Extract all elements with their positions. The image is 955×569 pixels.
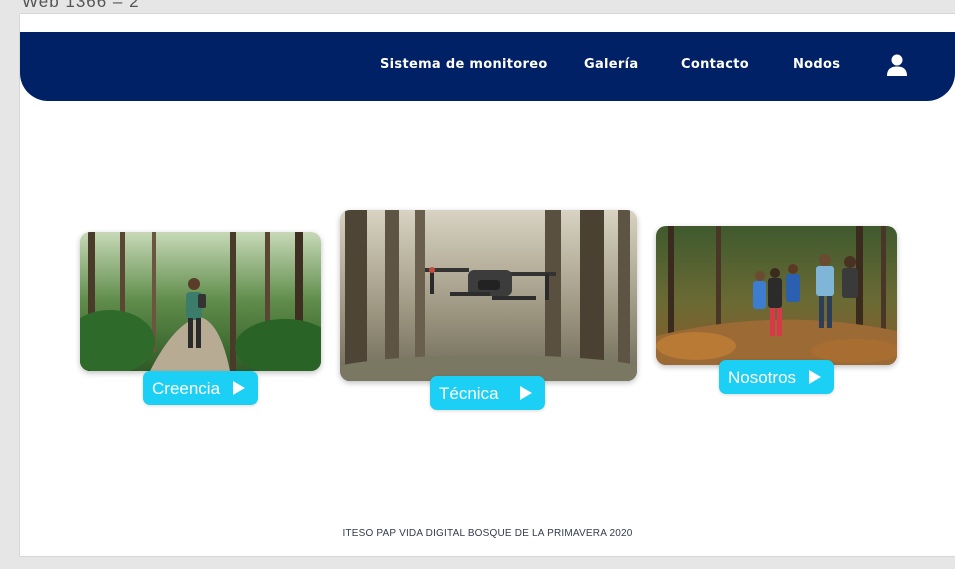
artboard-label: Web 1366 – 2 [22,0,140,11]
nav-link-galeria[interactable]: Galería [584,57,638,72]
group-hikers-photo [656,226,897,365]
tecnica-button-label: Técnica [439,384,499,403]
forest-hiker-photo [80,232,321,371]
page-artboard: Sistema de monitoreo Galería Contacto No… [20,14,955,556]
nav-link-contacto[interactable]: Contacto [681,57,749,72]
play-icon [808,369,822,390]
user-icon[interactable] [886,53,908,77]
nosotros-button-label: Nosotros [728,368,797,387]
top-navbar: Sistema de monitoreo Galería Contacto No… [20,32,955,101]
drone-forest-photo [340,210,637,381]
creencia-button-label: Creencia [152,379,221,398]
nav-link-sistema-de-monitoreo[interactable]: Sistema de monitoreo [380,57,548,72]
creencia-button[interactable]: Creencia [143,371,258,405]
tecnica-button[interactable]: Técnica [430,376,545,410]
play-icon [519,385,533,406]
nosotros-button[interactable]: Nosotros [719,360,834,394]
play-icon [232,380,246,401]
nav-link-nodos[interactable]: Nodos [793,57,840,72]
footer-text: ITESO PAP VIDA DIGITAL BOSQUE DE LA PRIM… [342,528,633,539]
